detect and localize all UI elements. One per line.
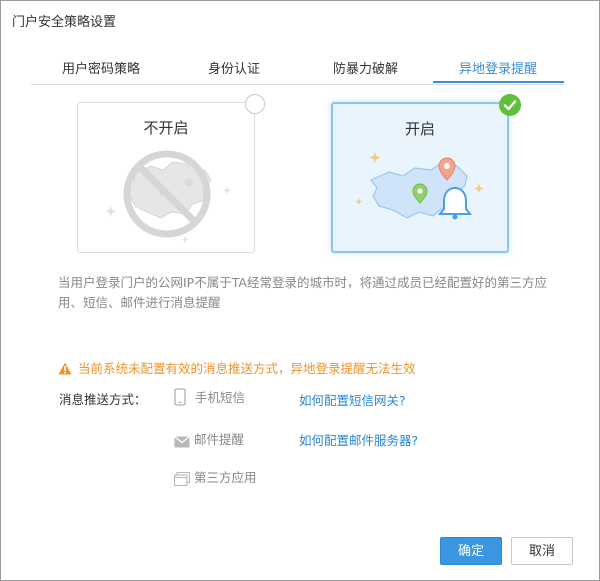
tab-bar: 用户密码策略 身份认证 防暴力破解 异地登录提醒 — [31, 51, 564, 85]
push-option-email-label: 邮件提醒 — [194, 432, 245, 447]
dialog-title: 门户安全策略设置 — [12, 15, 117, 30]
radio-enabled-checked[interactable] — [499, 94, 521, 116]
enabled-map-illustration — [355, 152, 484, 220]
phone-icon — [174, 388, 186, 409]
option-card-enabled[interactable]: 开启 — [331, 102, 509, 253]
push-option-sms-label: 手机短信 — [195, 390, 246, 405]
option-card-disabled[interactable]: 不开启 — [77, 102, 255, 253]
tab-brute-force[interactable]: 防暴力破解 — [333, 58, 398, 77]
push-method-label: 消息推送方式： — [59, 392, 147, 407]
mail-server-help-link[interactable]: 如何配置邮件服务器? — [299, 430, 418, 449]
push-option-third-party[interactable]: 第三方应用 — [173, 467, 257, 489]
radio-disabled-unchecked[interactable] — [245, 94, 265, 114]
security-policy-dialog: 门户安全策略设置 用户密码策略 身份认证 防暴力破解 异地登录提醒 不开启 开启… — [0, 0, 600, 581]
tab-password-policy[interactable]: 用户密码策略 — [62, 58, 140, 77]
confirm-button[interactable]: 确定 — [440, 537, 502, 565]
app-window-icon — [173, 471, 191, 489]
active-tab-underline — [433, 81, 564, 83]
tab-remote-login-alert[interactable]: 异地登录提醒 — [459, 58, 537, 77]
warning-message: 当前系统未配置有效的消息推送方式，异地登录提醒无法生效 — [58, 358, 416, 378]
mail-icon — [174, 436, 190, 451]
warning-text: 当前系统未配置有效的消息推送方式，异地登录提醒无法生效 — [78, 361, 416, 376]
tab-identity-auth[interactable]: 身份认证 — [208, 58, 260, 77]
warning-icon — [58, 362, 72, 378]
feature-description: 当用户登录门户的公网IP不属于TA经常登录的城市时，将通过成员已经配置好的第三方… — [58, 275, 547, 310]
push-option-third-party-label: 第三方应用 — [194, 470, 257, 485]
disabled-map-illustration — [105, 150, 232, 243]
push-option-sms[interactable]: 手机短信 — [174, 387, 245, 409]
cancel-button[interactable]: 取消 — [511, 537, 573, 565]
sms-gateway-help-link[interactable]: 如何配置短信网关? — [299, 390, 406, 409]
push-option-email[interactable]: 邮件提醒 — [174, 429, 244, 451]
check-icon — [503, 100, 517, 111]
